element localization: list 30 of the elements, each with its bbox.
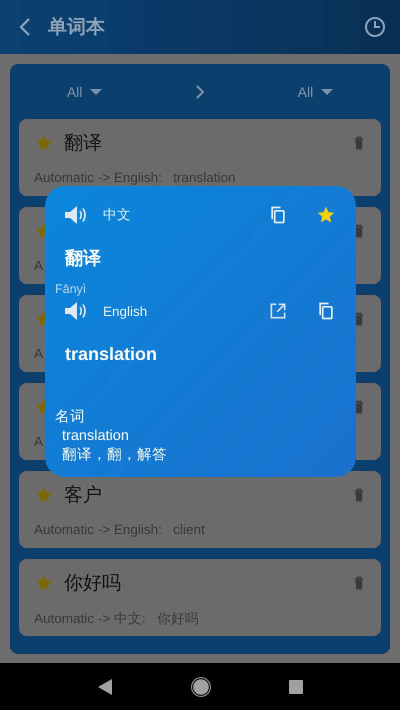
star-icon[interactable]: [316, 205, 336, 225]
language-label: 中文: [103, 206, 131, 224]
word-text: 翻译: [64, 132, 103, 156]
trash-icon[interactable]: [352, 135, 366, 151]
dropdown-caret-icon: [321, 88, 334, 94]
home-nav-icon[interactable]: [191, 676, 211, 696]
clock-icon[interactable]: [364, 16, 386, 38]
chevron-right-icon: [196, 84, 204, 98]
back-icon[interactable]: [19, 17, 31, 37]
dropdown-caret-icon: [90, 88, 102, 94]
star-icon[interactable]: [34, 485, 54, 505]
word-text: 你好吗: [64, 572, 122, 596]
definition-meanings: 翻译，翻，解答: [61, 446, 168, 465]
target-language-dropdown[interactable]: All: [296, 82, 336, 102]
back-nav-icon[interactable]: [97, 678, 113, 696]
part-of-speech: 名词: [55, 408, 86, 427]
source-language-dropdown[interactable]: All: [64, 82, 104, 102]
definition-term: translation: [61, 427, 130, 446]
star-icon[interactable]: [34, 133, 54, 153]
trash-icon[interactable]: [352, 575, 366, 591]
language-label: English: [103, 304, 148, 318]
screen-title: 单词本: [48, 16, 106, 40]
source-text: 翻译: [65, 247, 102, 270]
star-icon[interactable]: [34, 573, 54, 593]
trash-icon[interactable]: [352, 487, 366, 503]
recents-nav-icon[interactable]: [289, 680, 303, 694]
word-text: 客户: [64, 484, 103, 508]
pinyin-text: Fānyì: [55, 282, 88, 298]
translated-text: translation: [65, 344, 158, 365]
open-external-icon[interactable]: [268, 301, 288, 321]
